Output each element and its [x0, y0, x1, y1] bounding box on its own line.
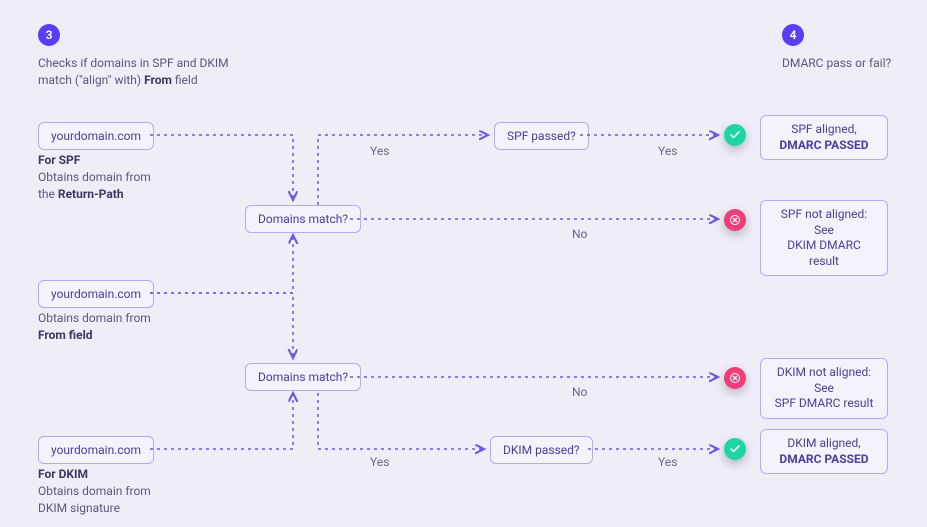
step-4-title: DMARC pass or fail? — [782, 55, 891, 72]
outcome-spf-pass: SPF aligned,DMARC PASSED — [760, 115, 888, 160]
from-caption: Obtains domain from From field — [38, 310, 151, 344]
dkim-domain-node: yourdomain.com — [38, 436, 154, 464]
step-4-badge: 4 — [782, 24, 804, 46]
spf-domain-node: yourdomain.com — [38, 122, 154, 150]
domains-match-2: Domains match? — [245, 363, 361, 391]
check-icon — [724, 124, 746, 146]
dkim-passed: DKIM passed? — [490, 436, 593, 464]
step-3-badge: 3 — [38, 24, 60, 46]
step-3-title: Checks if domains in SPF and DKIM match … — [38, 55, 229, 89]
domains-match-1: Domains match? — [245, 205, 361, 233]
edge-yes-3: Yes — [370, 455, 389, 469]
outcome-dkim-pass: DKIM aligned,DMARC PASSED — [760, 429, 888, 474]
edge-yes-1: Yes — [370, 144, 389, 158]
edge-yes-2: Yes — [658, 144, 677, 158]
from-domain-node: yourdomain.com — [38, 280, 154, 308]
spf-caption: For SPF Obtains domain from the Return-P… — [38, 152, 151, 202]
spf-passed: SPF passed? — [494, 122, 589, 150]
edge-no-2: No — [572, 385, 587, 399]
step-3-number: 3 — [46, 28, 53, 42]
edge-no-1: No — [572, 227, 587, 241]
outcome-spf-fail: SPF not aligned: SeeDKIM DMARC result — [760, 200, 888, 276]
cross-icon — [724, 367, 746, 389]
outcome-dkim-fail: DKIM not aligned: SeeSPF DMARC result — [760, 358, 888, 419]
dkim-caption: For DKIM Obtains domain from DKIM signat… — [38, 466, 151, 516]
edge-yes-4: Yes — [658, 455, 677, 469]
cross-icon — [724, 209, 746, 231]
check-icon — [724, 438, 746, 460]
step-4-number: 4 — [790, 28, 797, 42]
